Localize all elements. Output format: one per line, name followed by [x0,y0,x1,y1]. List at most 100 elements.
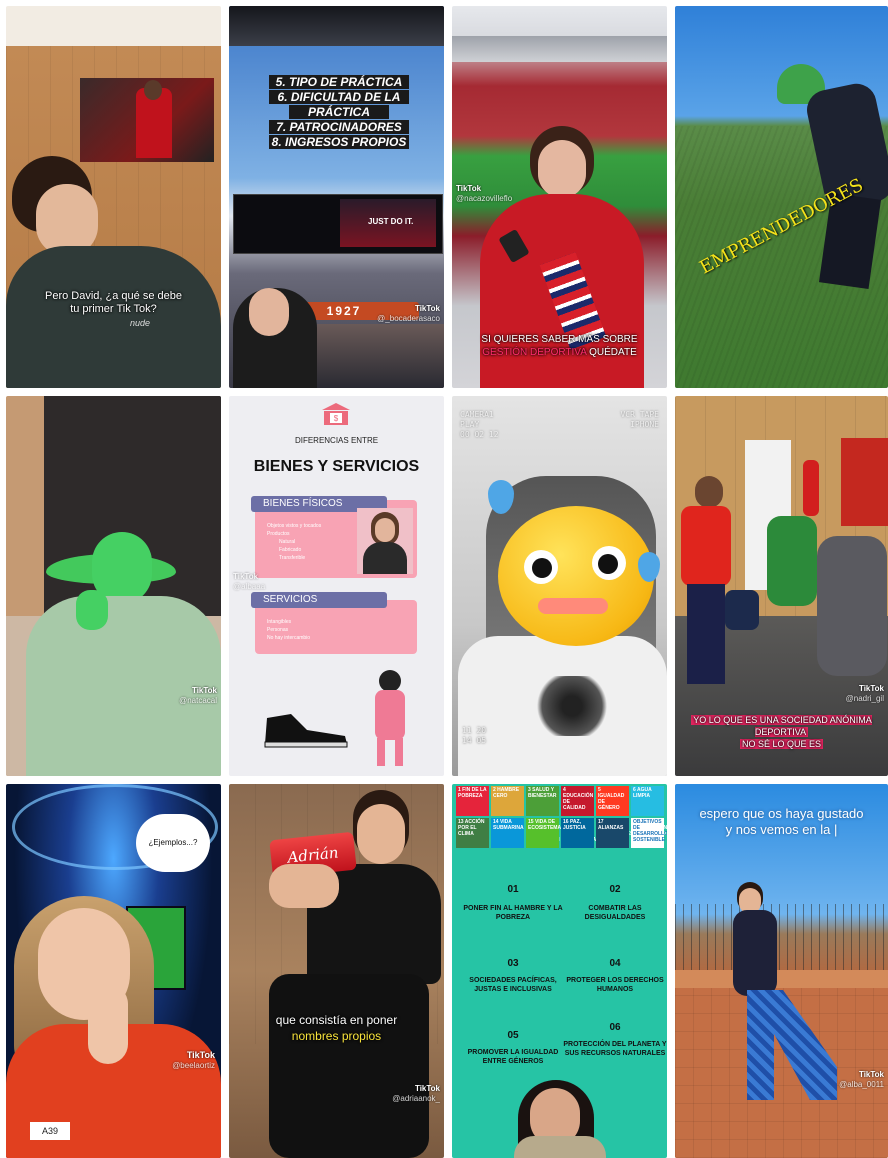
caption-line-1: YO LO QUE ES UNA SOCIEDAD ANÓNIMA DEPORT… [691,715,872,737]
sdg-tile-1: 1 FIN DE LA POBREZA [456,786,489,816]
extinguisher [803,460,819,516]
sdg-tile-15: 15 VIDA DE ECOSISTEMAS [526,818,564,848]
video-tile-5[interactable]: TikTok @natcacal [6,396,221,776]
caption-line-1: espero que os haya gustado [699,806,864,821]
sneaker-icon [261,708,351,748]
bubble-text: ¿Ejemplos...? [148,838,198,847]
services-item-1: Intangibles [267,619,292,625]
sdg-tile-3: 3 SALUD Y BIENESTAR [526,786,559,816]
person-hoodie [6,246,221,388]
goal-num-1: 01 [507,884,519,895]
caption-line-1: SI QUIERES SABER MÁS SOBRE [481,334,638,345]
caption-line-1: que consistía en poner [275,1013,398,1027]
hoodie-text: nude [130,318,151,328]
caption-end: QUÉDATE [586,347,637,358]
stadium-roof [452,36,667,62]
services-item-3: No hay intercambio [267,635,311,641]
sdg-tile-14: 14 VIDA SUBMARINA [491,818,524,848]
goods-item-3: Natural [279,539,296,545]
tiktok-watermark: TikTok @adriaanok_ [392,1084,440,1103]
goal-text-3: SOCIEDADES PACÍFICAS, JUSTAS E INCLUSIVA… [469,977,557,993]
video-tile-12[interactable]: espero que os haya gustado y nos vemos e… [675,784,888,1158]
tiktok-watermark: TikTok @albaaa [233,572,266,591]
video-tile-10[interactable]: Adrián que consistía en poner nombres pr… [229,784,444,1158]
tiktok-watermark: TikTok @beelaortiz [172,1050,215,1070]
tiktok-watermark: TikTok @nacazovilleflo [456,184,513,203]
overlay-left: CAMERA1 PLAY 00 02 12 [460,410,499,439]
inset-photo [80,78,214,162]
name-tag: A39 [30,1122,70,1140]
person-face [357,804,405,864]
video-caption: SI QUIERES SABER MÁS SOBRE GESTIÓN DEPOR… [452,333,667,359]
stadium-roof [229,6,444,46]
video-caption: espero que os haya gustado y nos vemos e… [675,806,888,838]
video-caption: YO LO QUE ES UNA SOCIEDAD ANÓNIMA DEPORT… [675,714,888,750]
tiktok-watermark: TikTok @_bocaderasaco [377,304,440,323]
sdg-tile-6: 6 AGUA LIMPIA [631,786,664,816]
goal-text-4: PROTEGER LOS DERECHOS HUMANOS [566,977,664,993]
hand [76,590,108,630]
thought-bubble: ¿Ejemplos...? [136,814,210,872]
services-item-2: Personas [267,627,289,633]
goods-item-5: Transferible [279,555,306,561]
video-tile-8[interactable]: YO LO QUE ES UNA SOCIEDAD ANÓNIMA DEPORT… [675,396,888,776]
tiktok-watermark: TikTok @natcacal [179,686,217,705]
person-face [249,288,289,336]
slide-title: BIENES Y SERVICIOS [253,458,420,475]
shirt-print [532,676,612,736]
ad-text: JUST DO IT. [368,217,414,226]
fence [675,904,888,974]
goal-num-4: 04 [609,958,621,969]
caption-line-2: NO SÉ LO QUE ES [739,739,824,749]
emoji-face [488,480,662,656]
tag-text: A39 [41,1126,58,1136]
person-sitting [767,516,817,606]
presenter-photo [357,508,413,574]
person-sitting-2 [817,536,887,676]
sdg-tile-2: 2 HAMBRE CERO [491,786,524,816]
services-card: SERVICIOS Intangibles Personas No hay in… [251,592,417,654]
heading-line-3: PRÁCTICA [289,105,389,119]
goods-item-2: Productos [267,531,290,537]
video-tile-9[interactable]: ¿Ejemplos...? A39 TikTok @beelaortiz [6,784,221,1158]
crowd [317,324,444,388]
goal-num-2: 02 [609,884,621,895]
slide-subtitle: DIFERENCIAS ENTRE [294,436,379,445]
video-caption: que consistía en poner nombres propios [229,1012,444,1044]
goal-text-2: COMBATIR LAS DESIGUALDADES [584,905,646,921]
red-cabinet [841,438,888,526]
video-tile-3[interactable]: SI QUIERES SABER MÁS SOBRE GESTIÓN DEPOR… [452,6,667,388]
sdg-tile-16: 16 PAZ, JUSTICIA [561,818,594,848]
heading-line-4: 7. PATROCINADORES [269,120,409,134]
sdg-tile-5: 5 IGUALDAD DE GÉNERO [596,786,629,816]
backpack [725,590,759,630]
sdg-logo: OBJETIVOS DE DESARROLLO SOSTENIBLE [631,818,667,848]
goal-text-1: PONER FIN AL HAMBRE Y LA POBREZA [463,905,563,921]
video-tile-6[interactable]: $ DIFERENCIAS ENTRE BIENES Y SERVICIOS B… [229,396,444,776]
heading-list: 5. TIPO DE PRÁCTICA 6. DIFICULTAD DE LA … [269,74,409,150]
overlay-bottom: 11 20 14 05 [462,726,487,745]
person-standing [677,476,731,686]
sdg-tile-4: 4 EDUCACIÓN DE CALIDAD [561,786,594,816]
caption-highlight: GESTIÓN DEPORTIVA [482,347,587,358]
video-tile-11[interactable]: 1 FIN DE LA POBREZA 2 HAMBRE CERO 3 SALUD … [452,784,667,1158]
video-tile-2[interactable]: 5. TIPO DE PRÁCTICA 6. DIFICULTAD DE LA … [229,6,444,388]
services-header: SERVICIOS [251,592,387,608]
video-tile-1[interactable]: nude Pero David, ¿a qué se debe tu prime… [6,6,221,388]
video-tile-4[interactable]: EMPRENDEDORES [675,6,888,388]
heading-line-2: 6. DIFICULTAD DE LA [269,90,409,104]
hand [269,864,339,908]
person-top [733,910,777,996]
wall-top [675,970,888,988]
heading-line-1: 5. TIPO DE PRÁCTICA [269,75,409,89]
goods-list: Objetos vistos y tocados Productos Natur… [267,522,321,562]
caption-line-2: y nos vemos en la | [725,822,838,837]
sdg-grid: 1 FIN DE LA POBREZA 2 HAMBRE CERO 3 SALUD … [456,786,667,852]
goods-item-4: Fabricado [279,547,302,553]
woman-illustration [361,668,421,770]
video-tile-7[interactable]: CAMERA1 PLAY 00 02 12 VCR TAPE IPHONE 11… [452,396,667,776]
person-pants [269,974,429,1158]
goods-item-1: Objetos vistos y tocados [267,523,322,529]
person-shirt [514,1136,606,1158]
video-caption: Pero David, ¿a qué se debe tu primer Tik… [45,290,182,315]
